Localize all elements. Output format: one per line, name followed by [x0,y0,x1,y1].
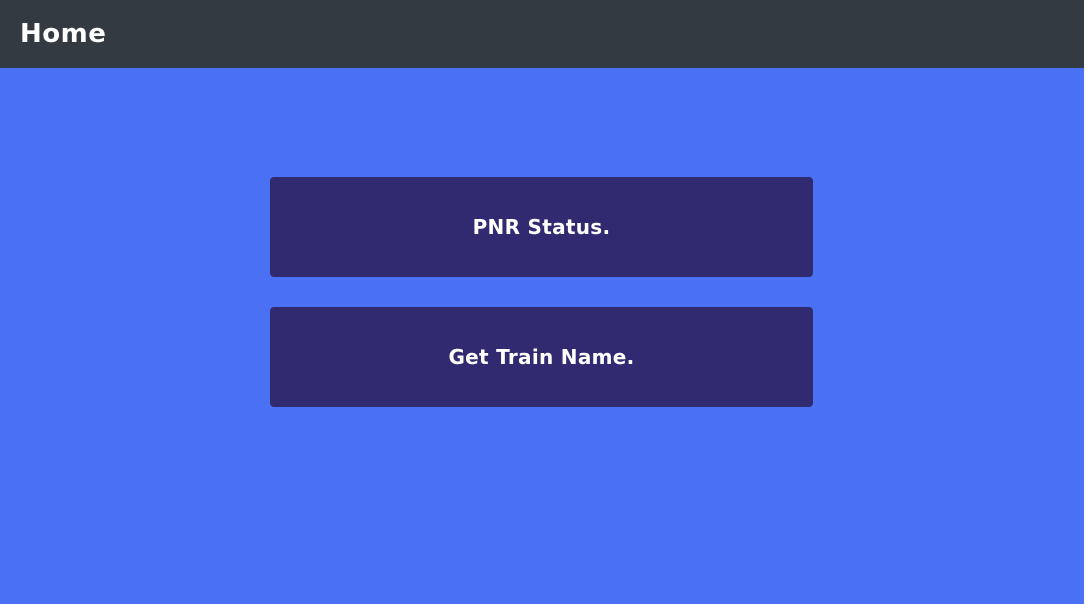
main-content: PNR Status. Get Train Name. [0,68,1084,604]
get-train-name-label: Get Train Name. [448,345,635,369]
pnr-status-button[interactable]: PNR Status. [270,177,813,277]
app-bar: Home [0,0,1084,68]
page-title: Home [20,19,107,49]
pnr-status-label: PNR Status. [472,215,611,239]
get-train-name-button[interactable]: Get Train Name. [270,307,813,407]
